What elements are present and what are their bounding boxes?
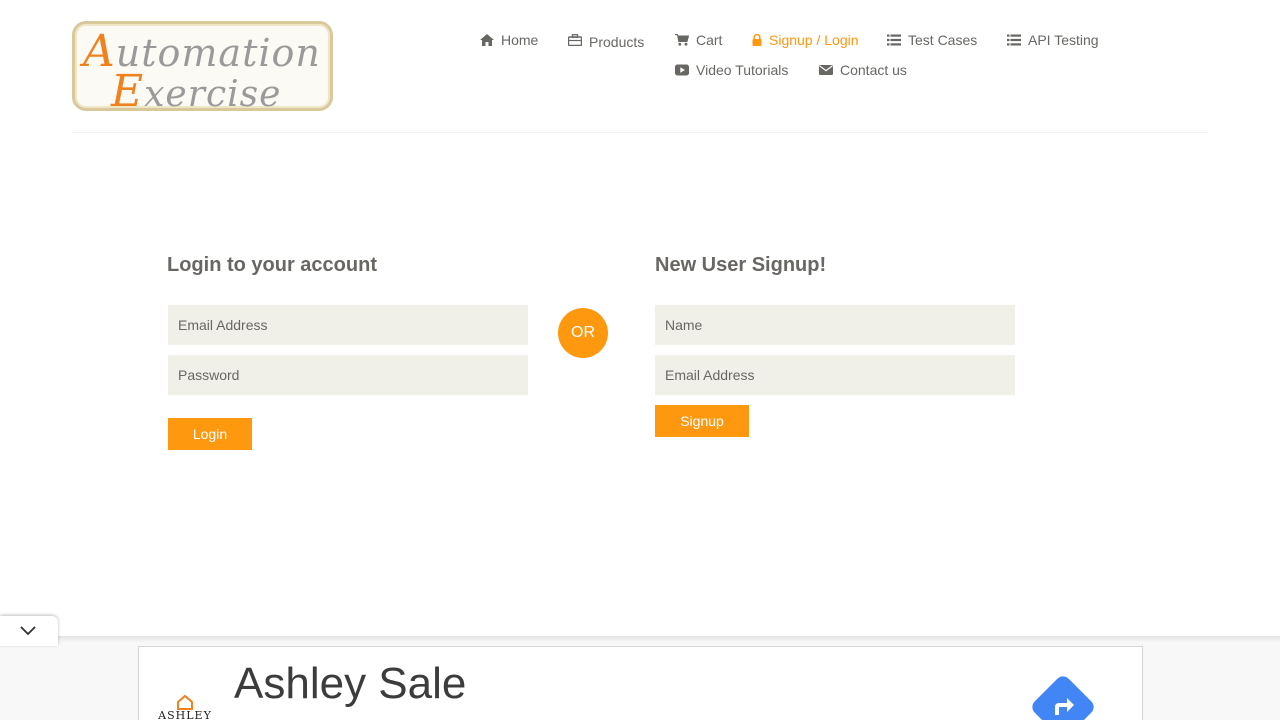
signup-email-field[interactable] xyxy=(655,355,1015,395)
nav-products-label: Products xyxy=(589,34,645,50)
nav-test-cases-label: Test Cases xyxy=(908,32,978,48)
signup-name-field[interactable] xyxy=(655,305,1015,345)
nav-cart-label: Cart xyxy=(696,32,723,48)
briefcase-icon xyxy=(568,34,582,46)
nav-api-testing-label: API Testing xyxy=(1028,32,1099,48)
nav-signup-login[interactable]: Signup / Login xyxy=(752,30,859,50)
logo-rest-2: xercise xyxy=(144,74,282,115)
logo-cap-e: E xyxy=(111,66,145,117)
home-icon xyxy=(480,34,494,46)
ad-directions-button[interactable] xyxy=(1029,673,1097,720)
login-password-field[interactable] xyxy=(168,355,528,395)
login-button[interactable]: Login xyxy=(168,418,252,450)
directions-arrow-icon xyxy=(1055,698,1074,715)
nav-home[interactable]: Home xyxy=(480,30,538,50)
cart-icon xyxy=(675,34,689,46)
nav-cart[interactable]: Cart xyxy=(675,30,722,50)
nav-api-testing[interactable]: API Testing xyxy=(1007,30,1099,50)
ad-card[interactable]: ASHLEY Ashley Sale xyxy=(138,646,1143,720)
logo-line-2: Exercise xyxy=(111,66,281,117)
nav-signup-login-label: Signup / Login xyxy=(769,32,859,48)
site-logo[interactable]: Automation Exercise xyxy=(72,21,333,117)
nav-test-cases[interactable]: Test Cases xyxy=(887,30,977,50)
nav-video-tutorials[interactable]: Video Tutorials xyxy=(675,60,788,80)
login-email-field[interactable] xyxy=(168,305,528,345)
ad-title: Ashley Sale xyxy=(234,659,467,708)
ad-brand-logo: ASHLEY xyxy=(155,693,215,720)
youtube-play-icon xyxy=(675,64,689,76)
ad-collapse-toggle[interactable] xyxy=(0,616,58,646)
nav-video-tutorials-label: Video Tutorials xyxy=(696,62,789,78)
lock-icon xyxy=(752,34,762,46)
envelope-icon xyxy=(819,65,833,75)
ad-brand-name: ASHLEY xyxy=(158,709,212,720)
or-divider: OR xyxy=(558,308,608,358)
header-divider xyxy=(72,132,1208,133)
nav-products[interactable]: Products xyxy=(568,30,644,50)
nav-contact-us-label: Contact us xyxy=(840,62,907,78)
signup-button[interactable]: Signup xyxy=(655,405,749,437)
login-title: Login to your account xyxy=(167,254,377,276)
signup-title: New User Signup! xyxy=(655,254,827,276)
nav-contact-us[interactable]: Contact us xyxy=(819,60,907,80)
chevron-down-icon xyxy=(20,626,36,636)
nav-home-label: Home xyxy=(501,32,539,48)
list-icon xyxy=(1007,34,1021,46)
list-icon xyxy=(887,34,901,46)
